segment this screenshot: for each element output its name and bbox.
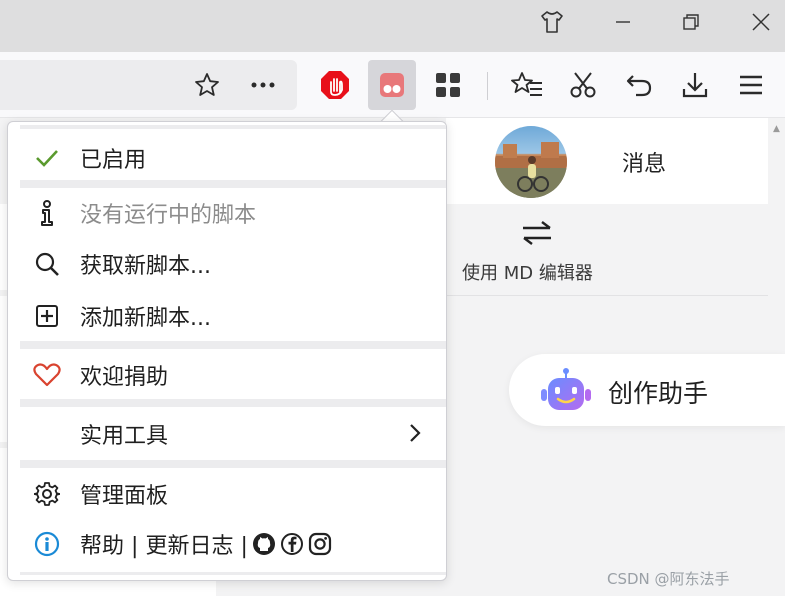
menu-item-dashboard[interactable]: 管理面板: [22, 470, 442, 518]
scissors-icon[interactable]: [559, 60, 607, 110]
menu-icon[interactable]: [727, 60, 775, 110]
checkmark-icon: [26, 134, 68, 182]
extension-popup-menu: 已启用 没有运行中的脚本 获取新脚本... 添加新脚本... 欢迎捐助 实用工具: [7, 121, 447, 581]
title-bar: [0, 0, 785, 52]
menu-item-label: 管理面板: [80, 484, 169, 509]
heart-icon: [26, 351, 68, 399]
close-icon[interactable]: [733, 0, 785, 44]
menu-item-add-new-script[interactable]: 添加新脚本...: [22, 292, 442, 340]
info-icon: [26, 189, 68, 237]
separator-text: |: [131, 534, 139, 559]
menu-separator: [20, 180, 446, 188]
menu-item-label: 已启用: [80, 148, 147, 173]
menu-separator: [20, 572, 446, 575]
favorites-icon[interactable]: [503, 60, 551, 110]
toolbar: [0, 52, 785, 118]
avatar[interactable]: [495, 126, 567, 198]
menu-item-label: 没有运行中的脚本: [80, 203, 257, 228]
download-icon[interactable]: [671, 60, 719, 110]
menu-separator: [20, 125, 446, 129]
menu-separator: [20, 399, 446, 407]
tshirt-icon[interactable]: [524, 0, 580, 44]
toolbar-separator: [487, 72, 488, 100]
more-icon[interactable]: [239, 60, 287, 110]
star-icon[interactable]: [183, 60, 231, 110]
plus-square-icon: [26, 292, 68, 340]
menu-item-label: 欢迎捐助: [80, 365, 169, 390]
menu-item-no-scripts: 没有运行中的脚本: [22, 189, 442, 237]
editor-switch-label[interactable]: 使用 MD 编辑器: [462, 259, 593, 285]
undo-icon[interactable]: [615, 60, 663, 110]
menu-item-help: 帮助 | 更新日志 |: [22, 520, 442, 568]
messages-link[interactable]: 消息: [622, 146, 666, 178]
info-circle-icon: [26, 520, 68, 568]
menu-item-donate[interactable]: 欢迎捐助: [22, 351, 442, 399]
help-link[interactable]: 帮助: [80, 534, 124, 559]
menu-item-get-new-script[interactable]: 获取新脚本...: [22, 240, 442, 288]
minimize-icon[interactable]: [595, 0, 651, 44]
menu-item-label: 添加新脚本...: [80, 306, 211, 331]
separator-text: |: [240, 534, 248, 559]
changelog-link[interactable]: 更新日志: [145, 534, 233, 559]
search-icon: [26, 240, 68, 288]
apps-icon[interactable]: [424, 60, 472, 110]
menu-item-label: 获取新脚本...: [80, 254, 211, 279]
gear-icon: [26, 470, 68, 518]
instagram-icon[interactable]: [308, 532, 332, 556]
menu-item-label: 实用工具: [80, 424, 169, 449]
watermark: CSDN @阿东法手: [607, 570, 730, 588]
facebook-icon[interactable]: [280, 532, 304, 556]
menu-separator: [20, 460, 446, 468]
restore-icon[interactable]: [663, 0, 719, 44]
adblock-icon[interactable]: [311, 60, 359, 110]
github-icon[interactable]: [252, 532, 276, 556]
menu-item-enabled[interactable]: 已启用: [22, 134, 442, 182]
scroll-up-icon[interactable]: ▲: [773, 124, 780, 134]
tampermonkey-icon[interactable]: [368, 60, 416, 110]
assistant-label[interactable]: 创作助手: [608, 374, 708, 410]
menu-separator: [20, 341, 446, 349]
chevron-right-icon: [408, 422, 422, 448]
menu-item-utilities[interactable]: 实用工具: [22, 410, 442, 458]
robot-icon[interactable]: [540, 367, 592, 415]
swap-arrows-icon[interactable]: [520, 220, 554, 246]
